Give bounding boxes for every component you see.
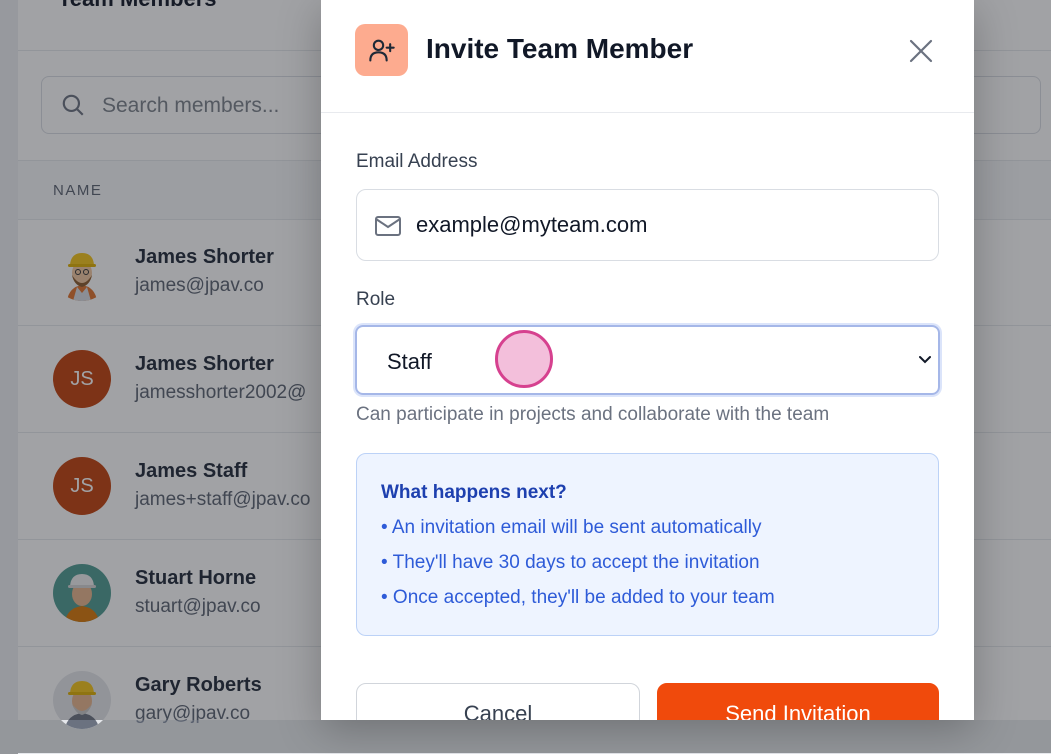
cancel-button[interactable]: Cancel <box>356 683 640 720</box>
role-selected-value: Staff <box>387 349 432 374</box>
role-description: Can participate in projects and collabor… <box>356 404 830 425</box>
send-invitation-button[interactable]: Send Invitation <box>657 683 939 720</box>
modal-header: Invite Team Member <box>321 0 974 113</box>
mail-icon <box>375 216 401 236</box>
info-item: • An invitation email will be sent autom… <box>381 517 762 538</box>
role-select[interactable]: Staff <box>355 325 940 395</box>
close-icon <box>909 39 933 63</box>
user-plus-icon <box>355 24 408 76</box>
info-item: • They'll have 30 days to accept the inv… <box>381 552 760 573</box>
email-field[interactable] <box>416 212 916 238</box>
invite-member-modal: Invite Team Member Email Address Role St… <box>321 0 974 720</box>
email-field-wrapper[interactable] <box>356 189 939 261</box>
modal-title: Invite Team Member <box>426 33 694 64</box>
info-panel: What happens next? • An invitation email… <box>356 453 939 636</box>
close-button[interactable] <box>906 36 936 66</box>
chevron-down-icon <box>919 356 931 364</box>
info-title: What happens next? <box>381 482 567 503</box>
email-label: Email Address <box>356 151 478 172</box>
info-item: • Once accepted, they'll be added to you… <box>381 587 775 608</box>
cursor-indicator <box>495 330 553 388</box>
role-label: Role <box>356 289 396 310</box>
